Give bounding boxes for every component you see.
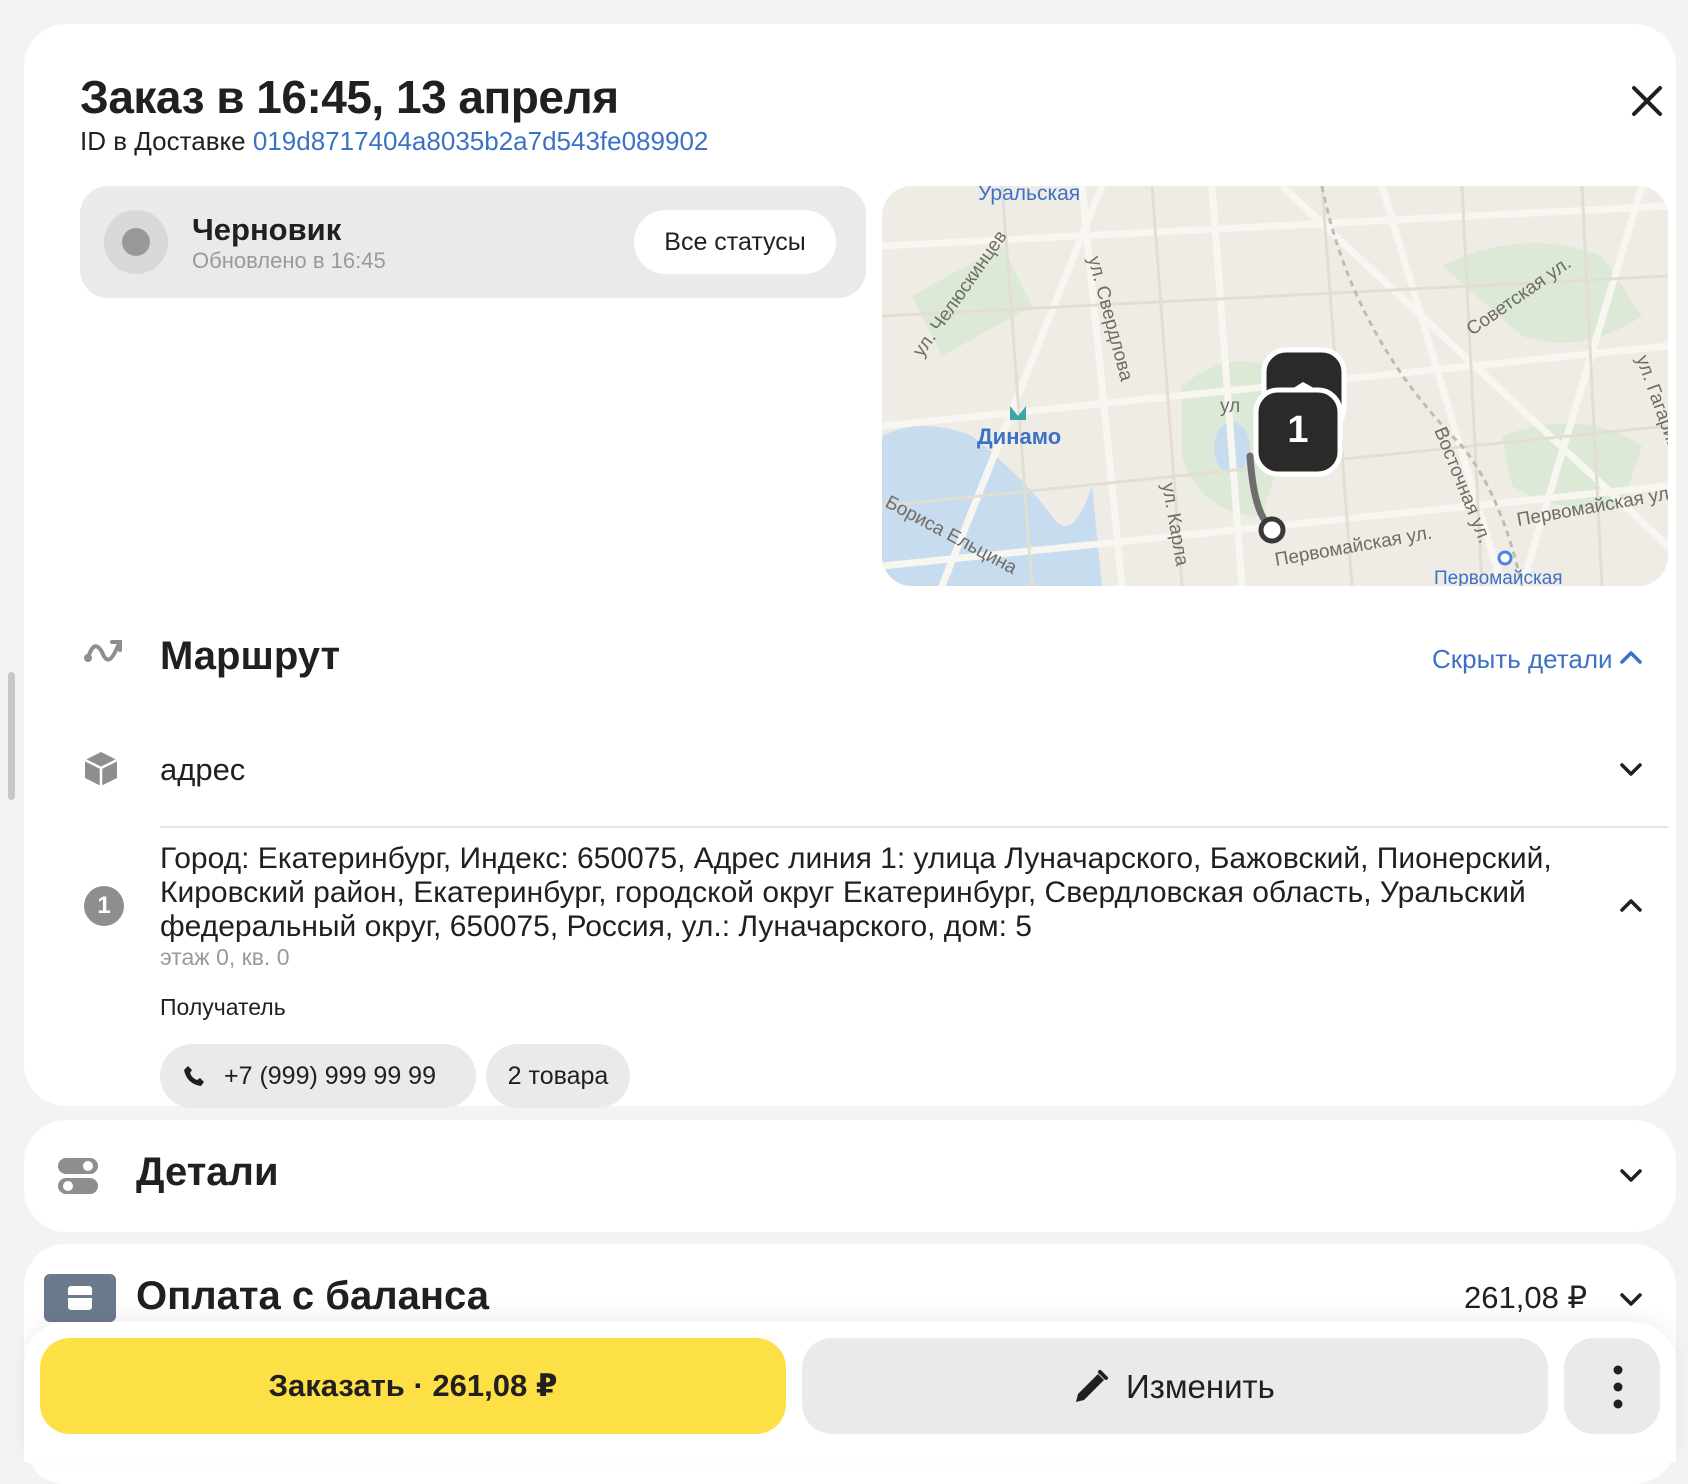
pencil-icon (1076, 1370, 1108, 1402)
phone-number: +7 (999) 999 99 99 (224, 1062, 436, 1090)
chevron-down-icon[interactable] (1616, 1160, 1646, 1190)
page-scrollbar[interactable] (8, 672, 15, 800)
edit-button[interactable]: Изменить (802, 1338, 1548, 1434)
payment-amount: 261,08 ₽ (1464, 1280, 1588, 1315)
recipient-label: Получатель (160, 994, 286, 1020)
map-label-ul: ул (1220, 396, 1240, 417)
pickup-address-label[interactable]: адрес (160, 752, 245, 788)
map-label-uralskaya: Уральская (978, 186, 1080, 205)
chevron-up-icon[interactable] (1616, 890, 1646, 920)
delivery-id-link[interactable]: 019d8717404a8035b2a7d543fe089902 (253, 126, 708, 156)
all-statuses-button[interactable]: Все статусы (634, 210, 836, 274)
chevron-down-icon[interactable] (1616, 1284, 1646, 1314)
route-point-number: 1 (84, 886, 124, 926)
details-title: Детали (136, 1150, 279, 1194)
edit-button-label: Изменить (1126, 1368, 1275, 1405)
hide-details-link[interactable]: Скрыть детали (1432, 644, 1613, 675)
close-icon[interactable] (1622, 76, 1672, 126)
delivery-address: Город: Екатеринбург, Индекс: 650075, Адр… (160, 842, 1552, 943)
more-button[interactable] (1564, 1338, 1660, 1434)
route-map[interactable]: 1 Уральская ул. Челюскинцев ул. Свердлов… (882, 186, 1668, 586)
map-label-pervomayskaya-metro: Первомайская (1434, 568, 1563, 586)
route-icon (84, 640, 122, 662)
phone-chip[interactable]: +7 (999) 999 99 99 (160, 1044, 476, 1108)
status-indicator-icon (104, 210, 168, 274)
items-chip[interactable]: 2 товара (486, 1044, 630, 1108)
floor-apartment: этаж 0, кв. 0 (160, 944, 290, 970)
more-vertical-icon (1613, 1365, 1623, 1409)
divider (160, 826, 1668, 828)
package-icon (84, 752, 118, 786)
payment-title: Оплата с баланса (136, 1274, 489, 1318)
bottom-action-bar: Заказать · 261,08 ₽ Изменить (24, 1322, 1676, 1462)
route-title: Маршрут (160, 634, 341, 678)
map-pin-number[interactable]: 1 (1287, 409, 1308, 451)
details-card[interactable]: Детали (24, 1120, 1676, 1232)
metro-station-icon (1497, 550, 1513, 566)
status-panel: Черновик Обновлено в 16:45 Все статусы (80, 186, 866, 298)
order-button[interactable]: Заказать · 261,08 ₽ (40, 1338, 786, 1434)
delivery-id-prefix: ID в Доставке (80, 126, 246, 156)
wallet-icon (44, 1274, 116, 1322)
status-updated: Обновлено в 16:45 (192, 248, 386, 273)
chevron-down-icon[interactable] (1616, 754, 1646, 784)
page-title: Заказ в 16:45, 13 апреля (80, 71, 619, 123)
order-card: Заказ в 16:45, 13 апреля ID в Доставке 0… (24, 24, 1676, 1108)
chevron-up-icon[interactable] (1616, 642, 1646, 672)
delivery-id-line: ID в Доставке 019d8717404a8035b2a7d543fe… (80, 126, 708, 157)
phone-icon (184, 1066, 204, 1086)
status-title: Черновик (192, 212, 342, 247)
toggles-icon (58, 1158, 98, 1194)
map-label-dinamo: Динамо (977, 424, 1061, 449)
